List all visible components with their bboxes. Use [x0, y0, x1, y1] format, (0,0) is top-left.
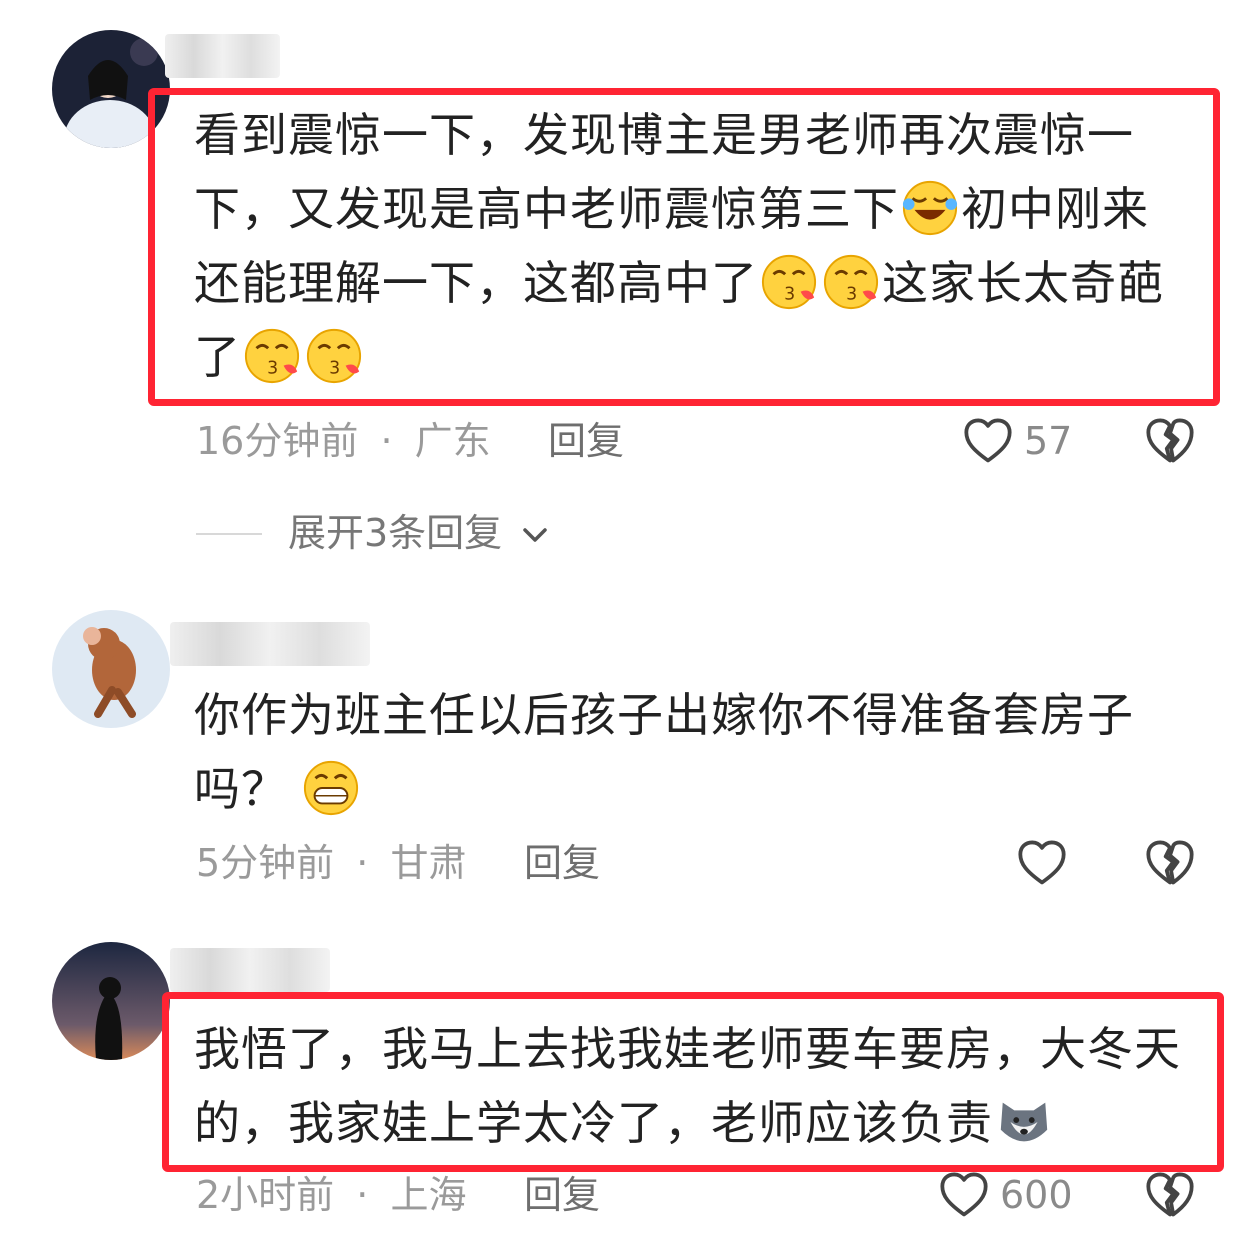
reply-button[interactable]: 回复 [524, 838, 600, 888]
separator: · [356, 1173, 369, 1217]
kiss-emoji-icon [822, 253, 880, 311]
blurred-username [170, 622, 370, 666]
expand-label: 展开3条回复 [288, 511, 503, 555]
comment-text: 看到震惊一下，发现博主是男老师再次震惊一 下，又发现是高中老师震惊第三下 初中刚来… [194, 108, 1164, 385]
broken-heart-icon[interactable] [1144, 415, 1196, 467]
husky-emoji-icon [995, 1093, 1053, 1151]
divider [196, 533, 262, 535]
blurred-username [165, 34, 280, 78]
comment-text: 你作为班主任以后孩子出嫁你不得准备套房子 吗？ [194, 688, 1134, 817]
avatar[interactable] [52, 610, 170, 728]
comment-meta: 5分钟前 · 甘肃 [196, 838, 466, 888]
kiss-emoji-icon [305, 327, 363, 385]
kiss-emoji-icon [243, 327, 301, 385]
heart-outline-icon[interactable] [1016, 837, 1068, 889]
broken-heart-icon[interactable] [1144, 837, 1196, 889]
timestamp: 2小时前 [196, 1173, 335, 1217]
timestamp: 5分钟前 [196, 841, 335, 885]
kiss-emoji-icon [760, 253, 818, 311]
avatar[interactable] [52, 942, 170, 1060]
separator: · [380, 419, 393, 463]
laugh-cry-emoji-icon [901, 179, 959, 237]
location: 上海 [390, 1173, 467, 1217]
like-count: 600 [1000, 1173, 1073, 1217]
location: 广东 [414, 419, 491, 463]
comment-meta: 2小时前 · 上海 [196, 1170, 466, 1220]
reply-button[interactable]: 回复 [548, 416, 624, 466]
location: 甘肃 [390, 841, 467, 885]
broken-heart-icon[interactable] [1144, 1169, 1196, 1221]
heart-outline-icon[interactable] [962, 415, 1014, 467]
reply-button[interactable]: 回复 [524, 1170, 600, 1220]
grin-emoji-icon [302, 759, 360, 817]
comment-text: 我悟了，我马上去找我娃老师要车要房，大冬天 的，我家娃上学太冷了，老师应该负责 [194, 1022, 1181, 1151]
heart-outline-icon[interactable] [938, 1169, 990, 1221]
timestamp: 16分钟前 [196, 419, 359, 463]
like-count: 57 [1024, 419, 1073, 463]
separator: · [356, 841, 369, 885]
comment-meta: 16分钟前 · 广东 [196, 416, 491, 466]
expand-replies-button[interactable]: 展开3条回复 [288, 508, 550, 558]
chevron-down-icon [523, 528, 548, 542]
blurred-username [170, 948, 330, 992]
